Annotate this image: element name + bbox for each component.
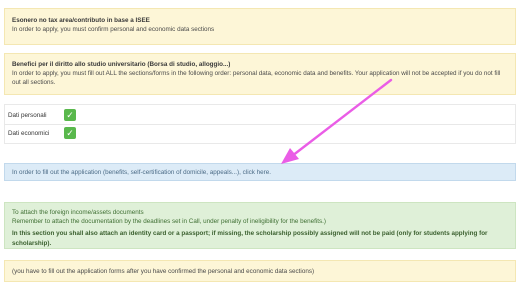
isee-text: In order to apply, you must confirm pers… bbox=[12, 26, 215, 34]
foreign-docs-line2: Remember to attach the documentation by … bbox=[12, 218, 326, 226]
section-row-personal-data[interactable]: Dati personali ✓ bbox=[8, 108, 76, 122]
section-row-economic-data[interactable]: Dati economici ✓ bbox=[8, 126, 76, 140]
check-icon: ✓ bbox=[64, 127, 76, 139]
foreign-docs-line3: In this section you shall also attach an… bbox=[12, 230, 488, 247]
application-notice: In order to fill out the application (be… bbox=[4, 163, 516, 181]
isee-title: Esonero no tax area/contributo in base a… bbox=[12, 17, 150, 24]
benefits-text: In order to apply, you must fill out ALL… bbox=[12, 70, 501, 87]
benefits-title: Benefici per il diritto allo studio univ… bbox=[12, 61, 231, 68]
check-icon: ✓ bbox=[64, 109, 76, 121]
foreign-docs-line1: To attach the foreign income/assets docu… bbox=[12, 209, 144, 216]
foreign-documents-section: To attach the foreign income/assets docu… bbox=[4, 202, 516, 249]
benefits-section: Benefici per il diritto allo studio univ… bbox=[4, 53, 516, 95]
section-label-personal-data: Dati personali bbox=[8, 111, 47, 119]
section-label-economic-data: Dati economici bbox=[8, 129, 50, 137]
sections-divider bbox=[4, 124, 516, 125]
arrow-head bbox=[281, 148, 299, 164]
footer-notice-text: (you have to fill out the application fo… bbox=[12, 268, 315, 275]
application-link[interactable]: In order to fill out the application (be… bbox=[12, 169, 271, 176]
isee-section: Esonero no tax area/contributo in base a… bbox=[4, 8, 516, 45]
footer-notice: (you have to fill out the application fo… bbox=[4, 260, 516, 282]
